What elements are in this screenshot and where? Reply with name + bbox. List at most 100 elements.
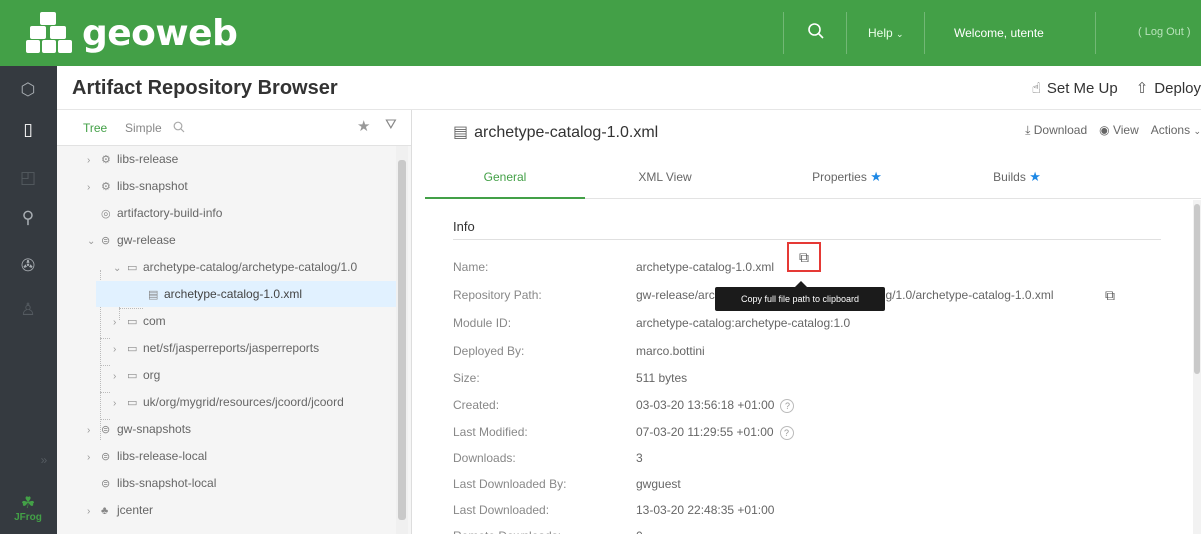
tree-item[interactable]: › ⚙ libs-snapshot <box>87 173 188 199</box>
copy-name-button[interactable]: ⧉ <box>787 242 821 272</box>
tree-search-icon[interactable] <box>173 120 187 134</box>
artifact-title-text: archetype-catalog-1.0.xml <box>474 124 659 141</box>
field-label: Size: <box>453 371 480 385</box>
help-label: Help <box>868 26 893 40</box>
folder-icon: ▭ <box>127 262 138 274</box>
field-value: archetype-catalog-1.0.xml <box>636 260 775 274</box>
divider <box>453 239 1161 240</box>
tree-item-label: artifactory-build-info <box>117 206 223 220</box>
field-value: 03-03-20 13:56:18 +01:00? <box>636 394 795 416</box>
field-label: Module ID: <box>453 316 512 330</box>
download-icon: ⤓ <box>1025 123 1031 137</box>
copy-icon: ⧉ <box>799 249 809 265</box>
eye-icon: ◉ <box>1099 123 1110 137</box>
tree-scrollbar[interactable] <box>396 146 408 534</box>
chevron-right-icon: › <box>87 182 91 193</box>
field-label: Last Downloaded By: <box>453 477 567 491</box>
repo-icon: ⚙ <box>101 181 111 193</box>
repo-icon: ⊜ <box>101 235 111 247</box>
tree-item[interactable]: › ⚙ libs-release <box>87 146 178 172</box>
tab-tree[interactable]: Tree <box>83 121 107 135</box>
content-scrollbar[interactable] <box>1193 200 1201 534</box>
packages-icon[interactable]: ◰ <box>16 166 40 190</box>
tab-simple[interactable]: Simple <box>125 121 162 135</box>
tree-item[interactable]: › ⊜ gw-snapshots <box>87 416 191 442</box>
chevron-down-icon: ⌄ <box>87 236 96 247</box>
tree-item[interactable]: › ⊜ libs-release-local <box>87 443 207 469</box>
tree-item-label: libs-snapshot-local <box>117 476 217 490</box>
tab-builds[interactable]: Builds ★ <box>947 155 1087 199</box>
view-label: View <box>1112 123 1139 137</box>
help-icon[interactable]: ? <box>780 398 795 413</box>
chevron-down-icon: ⌄ <box>113 263 122 274</box>
repo-icon: ⊜ <box>101 451 111 463</box>
star-icon: ★ <box>870 169 882 184</box>
tree-item-selected[interactable]: ▤ archetype-catalog-1.0.xml <box>96 281 396 307</box>
favorites-star-icon[interactable]: ★ <box>357 117 370 135</box>
deploy-button[interactable]: ⇧ Deploy <box>1136 79 1201 97</box>
tree-scroll-thumb[interactable] <box>398 160 406 520</box>
download-button[interactable]: ⤓ Download <box>1025 123 1087 138</box>
artifacts-icon[interactable]: ▯ <box>16 118 40 142</box>
tree-item[interactable]: ⌄ ▭ archetype-catalog/archetype-catalog/1.… <box>113 254 357 280</box>
remote-repo-icon: ♣ <box>101 505 109 517</box>
field-value: 0 <box>636 525 643 534</box>
left-nav-rail: ⬡ ▯ ◰ ⚲ ✇ ♙ » ☘ JFrog <box>0 66 57 534</box>
repo-icon: ⊜ <box>101 478 111 490</box>
tree-item[interactable]: ⌄ ⊜ gw-release <box>87 227 176 253</box>
field-value: archetype-catalog:archetype-catalog:1.0 <box>636 316 851 330</box>
chevron-right-icon: › <box>113 371 117 382</box>
artifact-title: ▤ archetype-catalog-1.0.xml <box>453 122 658 142</box>
content-scroll-thumb[interactable] <box>1194 204 1200 374</box>
field-value: 07-03-20 11:29:55 +01:00? <box>636 421 794 443</box>
tab-properties[interactable]: Properties ★ <box>777 155 917 199</box>
filter-icon[interactable]: ⛛ <box>385 116 397 133</box>
tree-item[interactable]: › ▭ uk/org/mygrid/resources/jcoord/jcoord <box>113 389 344 415</box>
tree-item-label: org <box>143 368 161 382</box>
page-title: Artifact Repository Browser <box>72 77 338 99</box>
tree-item-label: net/sf/jasperreports/jasperreports <box>143 341 320 355</box>
tree-item[interactable]: ⊜ libs-snapshot-local <box>101 470 216 496</box>
info-heading: Info <box>453 219 475 234</box>
file-icon: ▤ <box>148 289 159 301</box>
field-label: Last Modified: <box>453 425 528 439</box>
deploy-label: Deploy <box>1154 80 1201 97</box>
tree-item[interactable]: › ▭ net/sf/jasperreports/jasperreports <box>113 335 319 361</box>
folder-icon: ▭ <box>127 343 138 355</box>
field-value: 13-03-20 22:48:35 +01:00 <box>636 503 775 517</box>
builds-icon[interactable]: ⚲ <box>16 206 40 230</box>
admin-icon[interactable]: ♙ <box>16 298 40 322</box>
tab-xml-view[interactable]: XML View <box>595 155 735 199</box>
home-icon[interactable]: ⬡ <box>16 78 40 102</box>
chevron-down-icon: ⌄ <box>1193 126 1201 136</box>
welcome-user[interactable]: Welcome, utente <box>954 26 1044 40</box>
copy-path-icon[interactable]: ⧉ <box>1105 284 1115 306</box>
expand-icon[interactable]: » <box>36 448 52 472</box>
repo-icon: ⊜ <box>101 424 111 436</box>
tree-item-label: uk/org/mygrid/resources/jcoord/jcoord <box>143 395 344 409</box>
tree-item[interactable]: › ♣ jcenter <box>87 497 153 523</box>
field-label: Remote Downloads: <box>453 525 633 534</box>
tab-label: Properties <box>812 170 867 184</box>
tree-item-label: com <box>143 314 166 328</box>
field-label: Deployed By: <box>453 344 525 358</box>
actions-menu[interactable]: Actions ⌄ <box>1151 123 1201 138</box>
chevron-down-icon: ⌄ <box>896 29 904 39</box>
search-icon[interactable] <box>807 22 827 42</box>
tree-item-label: gw-release <box>117 233 176 247</box>
tab-general[interactable]: General <box>425 155 585 199</box>
tree-item[interactable]: ◎ artifactory-build-info <box>101 200 222 226</box>
jfrog-logo-icon: ☘ JFrog <box>14 495 42 524</box>
help-icon[interactable]: ? <box>779 425 794 440</box>
modified-date: 07-03-20 11:29:55 +01:00 <box>636 425 774 439</box>
tree-item[interactable]: › ▭ org <box>113 362 160 388</box>
tree-item[interactable]: › ▭ com <box>113 308 166 334</box>
folder-icon: ▭ <box>127 370 138 382</box>
xray-icon[interactable]: ✇ <box>16 254 40 278</box>
field-value: 511 bytes <box>636 371 688 385</box>
view-button[interactable]: ◉ View <box>1099 123 1139 138</box>
tab-label: General <box>483 170 527 184</box>
set-me-up-button[interactable]: ☝ Set Me Up <box>1032 79 1118 97</box>
help-menu[interactable]: Help ⌄ <box>868 26 904 40</box>
logout-link[interactable]: ( Log Out ) <box>1138 26 1191 38</box>
